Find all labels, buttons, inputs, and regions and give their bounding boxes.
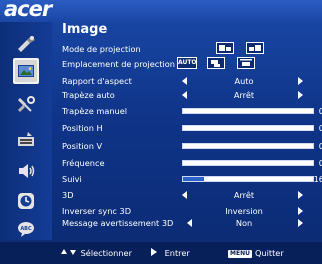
row-frequence[interactable]: Fréquence 0 <box>60 156 322 170</box>
row-label: Position V <box>62 141 103 151</box>
row-label: Message avertissement 3D <box>62 218 174 228</box>
slider-track[interactable] <box>182 160 314 166</box>
left-arrow-icon[interactable] <box>182 191 187 199</box>
row-position-v[interactable]: Position V 0 <box>60 139 322 153</box>
timer-icon[interactable] <box>9 188 43 214</box>
row-value: Arrêt <box>233 190 255 200</box>
slider-value: 16 <box>313 174 322 184</box>
acer-logo: acer <box>4 0 52 21</box>
help-select: Sélectionner <box>60 242 132 264</box>
row-label: Trapèze manuel <box>62 106 128 116</box>
sidebar: ABC <box>0 22 52 240</box>
auto-location-badge[interactable]: AUTO <box>177 57 197 69</box>
slider-value: 0 <box>318 141 322 151</box>
language-icon[interactable]: ABC <box>9 216 43 242</box>
right-arrow-icon[interactable] <box>298 219 303 227</box>
up-down-arrows-icon <box>61 249 76 255</box>
help-quit-label: Quitter <box>254 248 284 258</box>
ceiling-front-icon[interactable] <box>237 57 255 69</box>
row-label: Mode de projection <box>62 44 141 54</box>
osd-menu: acer ABC Image Mode de projection Emplac… <box>0 0 322 264</box>
row-label: Fréquence <box>62 158 105 168</box>
help-quit: MENU Quitter <box>228 242 284 264</box>
image-icon[interactable] <box>13 58 39 84</box>
color-tools-icon[interactable] <box>9 30 43 56</box>
audio-icon[interactable] <box>9 158 43 184</box>
row-value: Auto <box>234 76 254 86</box>
row-trapeze-auto[interactable]: Trapèze auto Arrêt <box>60 88 322 102</box>
help-enter: Entrer <box>150 242 190 264</box>
right-arrow-icon[interactable] <box>298 191 303 199</box>
slider-track[interactable] <box>182 176 314 182</box>
row-label: 3D <box>62 190 74 200</box>
slider-value: 0 <box>318 158 322 168</box>
rear-projection-icon[interactable] <box>246 42 264 54</box>
menu-title: Image <box>62 22 108 37</box>
row-label: Suivi <box>62 174 82 184</box>
slider-track[interactable] <box>182 125 314 131</box>
right-arrow-icon[interactable] <box>298 77 303 85</box>
row-label: Emplacement de projection <box>62 59 175 69</box>
right-arrow-icon <box>151 248 157 256</box>
row-label: Position H <box>62 123 103 133</box>
menu-key-icon: MENU <box>228 250 252 258</box>
svg-text:ABC: ABC <box>20 226 32 232</box>
header-band: acer <box>0 0 322 22</box>
desktop-front-icon[interactable] <box>207 57 225 69</box>
slider-value: 0 <box>318 123 322 133</box>
settings-tools-icon[interactable] <box>9 92 43 118</box>
slider-fill <box>183 177 204 181</box>
help-select-label: Sélectionner <box>80 248 132 258</box>
row-value: Arrêt <box>233 90 255 100</box>
row-value: Non <box>235 218 253 228</box>
row-label: Rapport d'aspect <box>62 76 132 86</box>
right-arrow-icon[interactable] <box>298 207 303 215</box>
row-trapeze-manuel[interactable]: Trapèze manuel 0 <box>60 104 322 118</box>
slider-track[interactable] <box>182 108 314 114</box>
slider-value: 0 <box>318 106 322 116</box>
row-rapport-d-aspect[interactable]: Rapport d'aspect Auto <box>60 74 322 88</box>
row-position-h[interactable]: Position H 0 <box>60 121 322 135</box>
right-arrow-icon[interactable] <box>298 91 303 99</box>
row-message-avertissement-3d[interactable]: Message avertissement 3D Non <box>60 216 322 230</box>
front-projection-icon[interactable] <box>216 42 234 54</box>
row-3d[interactable]: 3D Arrêt <box>60 188 322 202</box>
row-emplacement-de-projection[interactable]: Emplacement de projection AUTO <box>60 57 322 71</box>
help-bar: Sélectionner Entrer MENU Quitter <box>0 242 322 264</box>
left-arrow-icon[interactable] <box>182 77 187 85</box>
management-icon[interactable] <box>9 126 43 152</box>
slider-track[interactable] <box>182 143 314 149</box>
help-enter-label: Entrer <box>164 248 190 258</box>
row-suivi[interactable]: Suivi 16 <box>60 172 322 186</box>
row-mode-de-projection[interactable]: Mode de projection <box>60 42 322 56</box>
row-label: Trapèze auto <box>62 90 115 100</box>
left-arrow-icon[interactable] <box>182 91 187 99</box>
